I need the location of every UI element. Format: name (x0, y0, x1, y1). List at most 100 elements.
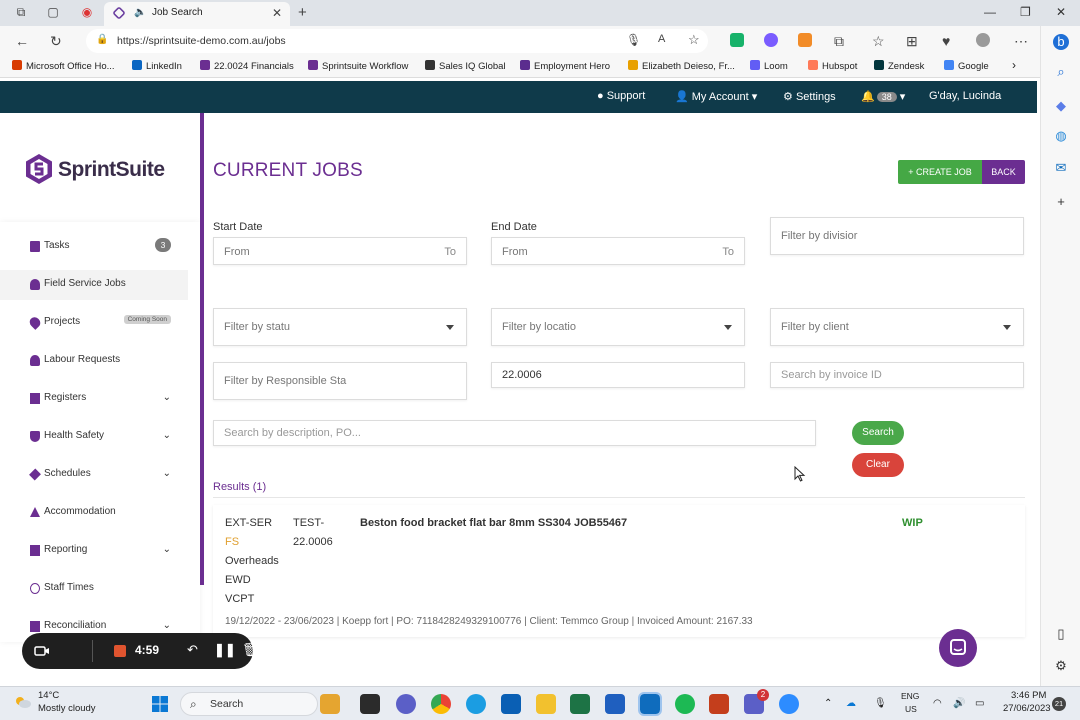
status-filter-select[interactable]: Filter by statu (213, 308, 467, 346)
clock-time[interactable]: 3:46 PM (1011, 690, 1046, 701)
sidebar-item-staff-times[interactable]: Staff Times (0, 574, 188, 604)
extensions-puzzle-icon[interactable]: ⧉ (834, 33, 844, 50)
bookmark-item[interactable]: Microsoft Office Ho... (12, 60, 115, 72)
bookmark-item[interactable]: 22.0024 Financials (200, 60, 294, 72)
sidebar-item-health-safety[interactable]: Health Safety ⌄ (0, 422, 188, 452)
my-account-menu[interactable]: 👤 My Account ▾ (675, 90, 757, 103)
weather-temperature[interactable]: 14°C (38, 690, 59, 701)
store-icon[interactable] (501, 694, 521, 714)
edge-icon[interactable] (466, 694, 486, 714)
bookmark-item[interactable]: Hubspot (808, 60, 857, 72)
back-icon[interactable]: ← (15, 33, 29, 49)
keyboard-layout[interactable]: US (905, 704, 917, 714)
chat-launcher-button[interactable] (939, 629, 977, 667)
extension-orange-icon[interactable] (798, 33, 812, 47)
new-tab-icon[interactable]: + (298, 4, 307, 21)
job-number-input[interactable]: 22.0006 (491, 362, 745, 388)
client-filter-select[interactable]: Filter by client (770, 308, 1024, 346)
end-date-range-field[interactable]: From To (491, 237, 745, 265)
clear-button[interactable]: Clear (852, 453, 904, 477)
minimize-icon[interactable]: — (984, 5, 996, 19)
excel-icon[interactable] (570, 694, 590, 714)
windows-start-icon[interactable] (151, 695, 169, 713)
shopping-tag-icon[interactable]: ◆ (1053, 98, 1069, 114)
job-result-card[interactable]: EXT-SER FS Overheads EWD VCPT TEST- 22.0… (213, 505, 1025, 637)
volume-icon[interactable]: 🔊 (953, 698, 965, 709)
onedrive-icon[interactable]: ☁ (846, 698, 856, 709)
chrome-icon[interactable] (431, 694, 451, 714)
sidebar-item-labour-requests[interactable]: Labour Requests (0, 346, 188, 376)
performance-icon[interactable]: ♥ (942, 33, 950, 49)
back-button[interactable]: BACK (982, 160, 1025, 184)
taskbar-search[interactable]: ⌕ Search (180, 692, 318, 716)
close-tab-icon[interactable]: ✕ (272, 6, 282, 20)
bookmark-item[interactable]: Sales IQ Global (425, 60, 506, 72)
wifi-icon[interactable]: ◠ (933, 698, 942, 709)
sidebar-item-reporting[interactable]: Reporting ⌄ (0, 536, 188, 566)
start-date-range-field[interactable]: From To (213, 237, 467, 265)
favorite-star-icon[interactable]: ☆ (688, 32, 700, 48)
sidebar-item-registers[interactable]: Registers ⌄ (0, 384, 188, 414)
folder-icon[interactable] (536, 694, 556, 714)
bookmark-item[interactable]: Employment Hero (520, 60, 610, 72)
sidebar-item-tasks[interactable]: Tasks 3 (0, 232, 188, 262)
read-aloud-icon[interactable]: A (658, 33, 665, 45)
tab-job-search[interactable]: 🔈 Job Search ✕ (104, 2, 290, 26)
teams-chat-icon[interactable] (396, 694, 416, 714)
green-app-icon[interactable] (675, 694, 695, 714)
responsible-staff-filter[interactable]: Filter by Responsible Sta (213, 362, 467, 400)
zoom-icon[interactable] (779, 694, 799, 714)
invoice-id-search[interactable]: Search by invoice ID (770, 362, 1024, 388)
more-bookmarks-icon[interactable]: › (1012, 58, 1016, 72)
notifications-menu[interactable]: 🔔 38 ▾ (861, 90, 905, 103)
powerpoint-icon[interactable] (709, 694, 729, 714)
tab-actions-icon[interactable]: ▢ (46, 5, 60, 19)
notification-center-badge[interactable]: 21 (1052, 697, 1066, 711)
bookmark-item[interactable]: Loom (750, 60, 788, 72)
sidebar-layout-icon[interactable]: ▯ (1053, 626, 1069, 642)
stop-recording-icon[interactable] (114, 645, 126, 657)
sidebar-item-field-service-jobs[interactable]: Field Service Jobs (0, 270, 188, 300)
refresh-icon[interactable]: ↻ (50, 33, 62, 50)
restore-icon[interactable]: ❐ (1020, 5, 1031, 19)
word-icon[interactable] (605, 694, 625, 714)
show-hidden-icons-icon[interactable]: ⌃ (824, 698, 832, 709)
bookmark-item[interactable]: Elizabeth Deieso, Fr... (628, 60, 735, 72)
search-icon[interactable]: ⌕ (1053, 64, 1069, 80)
undo-icon[interactable]: ↶ (187, 642, 198, 658)
sidebar-settings-icon[interactable]: ⚙ (1053, 658, 1069, 674)
sidebar-item-schedules[interactable]: Schedules ⌄ (0, 460, 188, 490)
settings-link[interactable]: ⚙ Settings (783, 90, 836, 103)
support-link[interactable]: ● Support (597, 90, 645, 102)
favorites-icon[interactable]: ☆ (872, 33, 885, 50)
speaker-icon[interactable]: 🔈 (134, 7, 146, 18)
taskbar-app-icon[interactable] (320, 694, 340, 714)
profile-avatar[interactable] (976, 33, 990, 47)
outlook-icon[interactable]: ✉ (1053, 160, 1069, 176)
collections-icon[interactable]: ⊞ (906, 33, 918, 50)
tools-icon[interactable]: ◍ (1053, 128, 1069, 144)
job-description-link[interactable]: Beston food bracket flat bar 8mm SS304 J… (360, 517, 627, 529)
extension-iq-icon[interactable] (730, 33, 744, 47)
window-close-icon[interactable]: ✕ (1056, 5, 1066, 19)
sidebar-item-accommodation[interactable]: Accommodation (0, 498, 188, 528)
microphone-icon[interactable]: 🎙 (626, 33, 641, 47)
extension-gear-icon[interactable] (764, 33, 778, 47)
bookmark-item[interactable]: Zendesk (874, 60, 924, 72)
location-filter-select[interactable]: Filter by locatio (491, 308, 745, 346)
workspaces-icon[interactable]: ⧉ (14, 5, 28, 19)
bookmark-item[interactable]: Sprintsuite Workflow (308, 60, 408, 72)
trash-icon[interactable]: 🗑 (242, 642, 259, 658)
file-explorer-dark-icon[interactable] (360, 694, 380, 714)
bookmark-item[interactable]: LinkedIn (132, 60, 182, 72)
copilot-icon[interactable]: b (1053, 34, 1069, 50)
division-filter[interactable]: Filter by divisior (770, 217, 1024, 255)
add-sidebar-app-icon[interactable]: + (1053, 194, 1069, 210)
description-search-input[interactable]: Search by description, PO... (213, 420, 816, 446)
bookmark-item[interactable]: Google (944, 60, 989, 72)
microphone-icon[interactable]: 🎙 (874, 698, 887, 709)
search-button[interactable]: Search (852, 421, 904, 445)
battery-icon[interactable]: ▭ (975, 698, 984, 709)
clock-date[interactable]: 27/06/2023 (1003, 703, 1051, 714)
camera-icon[interactable] (34, 643, 50, 659)
